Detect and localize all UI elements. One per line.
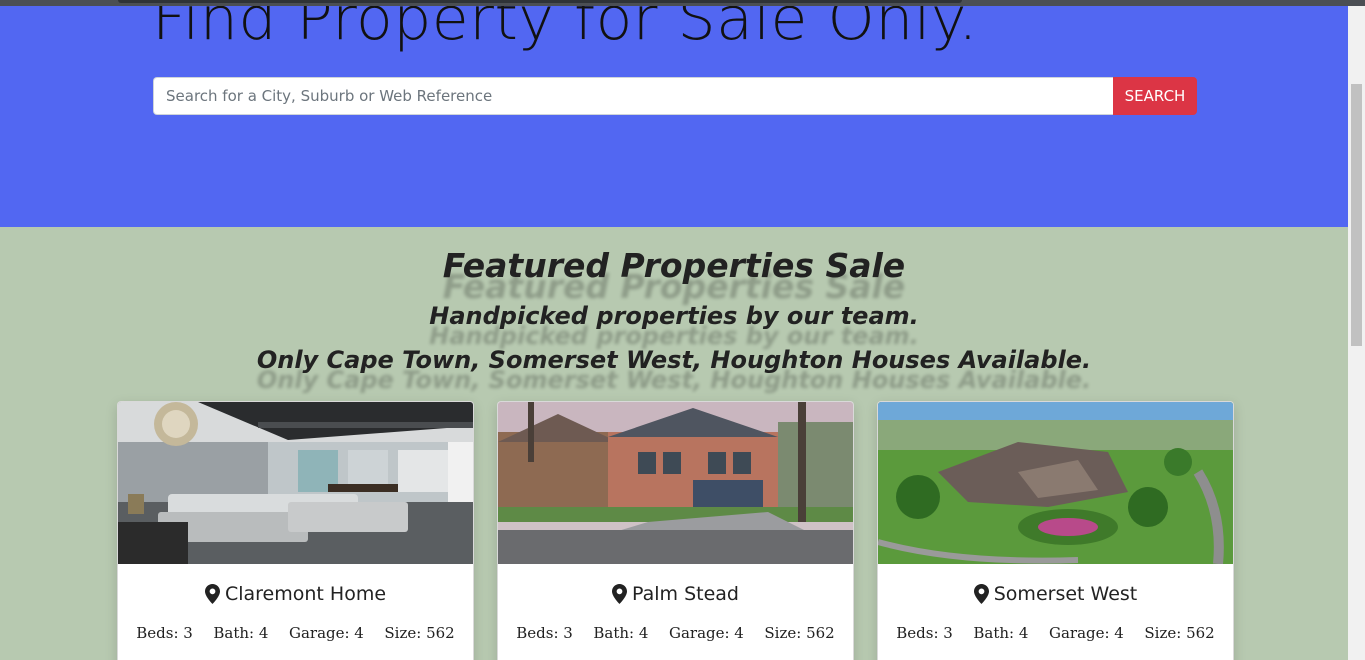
bath-count: Bath: 4 [973, 624, 1029, 642]
property-title[interactable]: Claremont Home [118, 583, 473, 605]
property-card-claremont-home[interactable]: Claremont Home Beds: 3 Bath: 4 Garage: 4… [117, 401, 474, 660]
garage-count: Garage: 4 [668, 624, 744, 642]
browser-tab-edge [118, 0, 962, 3]
property-stats: Beds: 3 Bath: 4 Garage: 4 Size: 562 [498, 624, 853, 642]
size-value: Size: 562 [764, 624, 835, 642]
vertical-scrollbar[interactable] [1348, 6, 1365, 660]
map-pin-icon [612, 584, 627, 604]
garage-count: Garage: 4 [1048, 624, 1124, 642]
size-value: Size: 562 [384, 624, 455, 642]
search-input[interactable] [153, 77, 1113, 115]
property-card-palm-stead[interactable]: Palm Stead Beds: 3 Bath: 4 Garage: 4 Siz… [497, 401, 854, 660]
property-title[interactable]: Somerset West [878, 583, 1233, 605]
search-bar: SEARCH [153, 77, 1197, 115]
beds-count: Beds: 3 [516, 624, 573, 642]
featured-subtitle: Handpicked properties by our team. [429, 302, 919, 330]
size-value: Size: 562 [1144, 624, 1215, 642]
featured-availability: Only Cape Town, Somerset West, Houghton … [256, 346, 1092, 374]
living-room-photo[interactable] [118, 402, 473, 564]
property-name: Claremont Home [224, 583, 387, 605]
property-title[interactable]: Palm Stead [498, 583, 853, 605]
property-name: Somerset West [993, 583, 1138, 605]
property-name: Palm Stead [632, 583, 739, 605]
house-exterior-photo[interactable] [498, 402, 853, 564]
hero-title: Find Property for Sale Only. [152, 6, 978, 54]
scrollbar-thumb[interactable] [1351, 84, 1362, 346]
property-stats: Beds: 3 Bath: 4 Garage: 4 Size: 562 [878, 624, 1233, 642]
garage-count: Garage: 4 [288, 624, 364, 642]
aerial-house-photo[interactable] [878, 402, 1233, 564]
beds-count: Beds: 3 [896, 624, 953, 642]
featured-title: Featured Properties Sale [442, 246, 906, 285]
map-pin-icon [973, 584, 989, 604]
search-button[interactable]: SEARCH [1113, 77, 1197, 115]
hero-section: Find Property for Sale Only. SEARCH [0, 6, 1348, 227]
featured-section: Featured Properties Sale Handpicked prop… [0, 227, 1348, 660]
bath-count: Bath: 4 [213, 624, 269, 642]
map-pin-icon [204, 584, 220, 604]
bath-count: Bath: 4 [593, 624, 649, 642]
property-stats: Beds: 3 Bath: 4 Garage: 4 Size: 562 [118, 624, 473, 642]
beds-count: Beds: 3 [136, 624, 193, 642]
property-card-somerset-west[interactable]: Somerset West Beds: 3 Bath: 4 Garage: 4 … [877, 401, 1234, 660]
